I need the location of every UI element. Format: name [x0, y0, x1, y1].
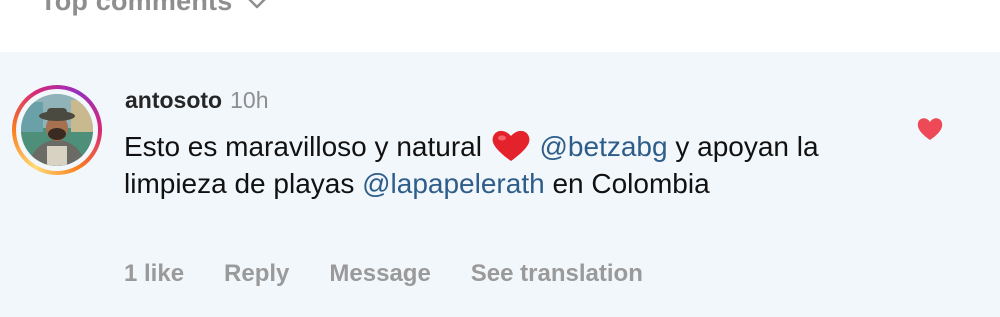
- comment-text-part3: en Colombia: [544, 168, 710, 199]
- timestamp: 10h: [230, 87, 269, 113]
- sort-label: Top comments: [40, 0, 233, 16]
- sort-dropdown[interactable]: Top comments: [40, 0, 268, 17]
- red-heart-emoji-icon: [492, 130, 530, 161]
- avatar-image: [21, 94, 93, 166]
- mention-link[interactable]: @lapapelerath: [362, 168, 545, 199]
- username[interactable]: antosoto: [125, 87, 222, 114]
- reply-button[interactable]: Reply: [224, 260, 289, 288]
- heart-icon[interactable]: [916, 116, 944, 142]
- comment-meta: antosoto 10h: [125, 87, 268, 114]
- see-translation-button[interactable]: See translation: [471, 260, 643, 288]
- avatar[interactable]: [21, 94, 93, 166]
- like-count[interactable]: 1 like: [124, 260, 184, 288]
- story-ring[interactable]: [12, 85, 102, 175]
- comment-text: Esto es maravilloso y natural @betzabg y…: [124, 128, 844, 202]
- comment-text-part1: Esto es maravilloso y natural: [124, 131, 490, 162]
- comments-header: Top comments: [0, 0, 1000, 52]
- chevron-down-icon: [249, 0, 266, 8]
- comment-item: antosoto 10h Esto es maravilloso y natur…: [0, 52, 1000, 317]
- mention-link[interactable]: @betzabg: [540, 131, 668, 162]
- comment-actions: 1 like Reply Message See translation: [124, 260, 643, 288]
- message-button[interactable]: Message: [329, 260, 430, 288]
